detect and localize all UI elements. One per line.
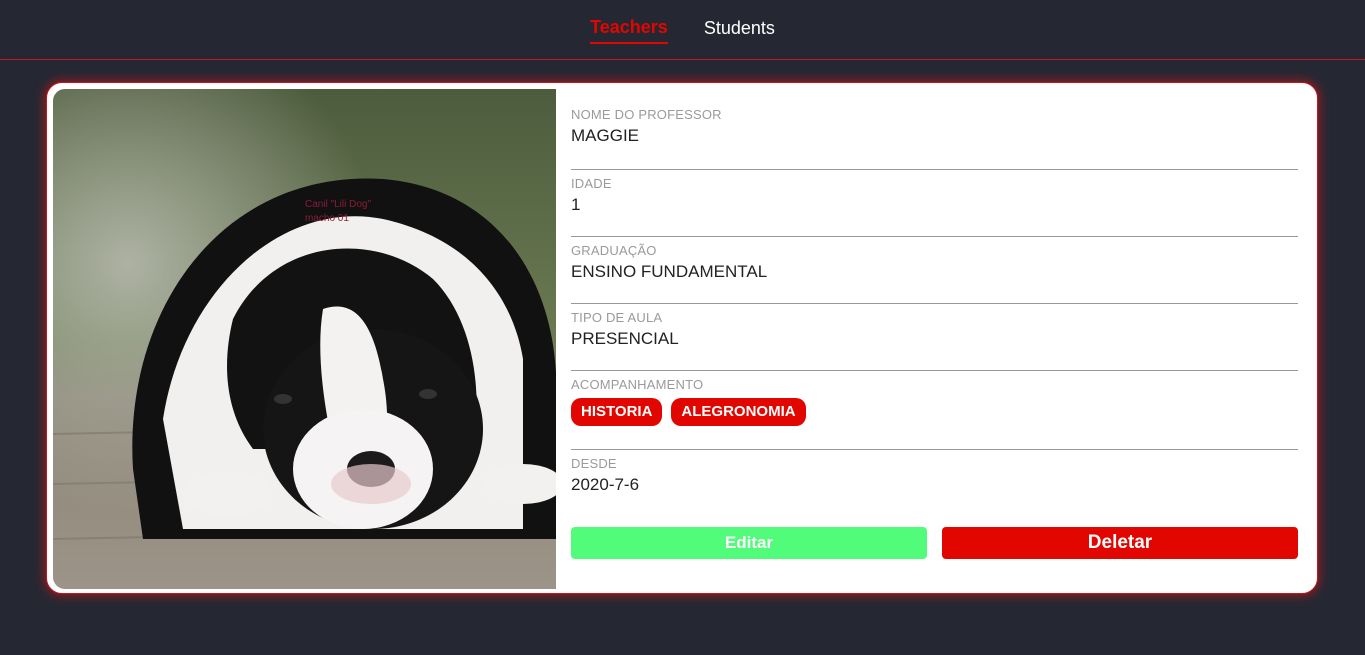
edit-button[interactable]: Editar: [571, 527, 927, 559]
teacher-photo: Canil "Lili Dog" macho 01: [53, 89, 556, 589]
field-since-label: DESDE: [571, 456, 617, 471]
field-age: IDADE 1: [571, 170, 1298, 237]
teacher-details: NOME DO PROFESSOR MAGGIE IDADE 1 GRADUAÇ…: [571, 107, 1298, 496]
photo-watermark-line1: Canil "Lili Dog": [305, 199, 371, 210]
field-name-label: NOME DO PROFESSOR: [571, 107, 722, 122]
field-name: NOME DO PROFESSOR MAGGIE: [571, 107, 1298, 170]
photo-watermark-line2: macho 01: [305, 213, 349, 224]
top-nav: Teachers Students: [0, 0, 1365, 60]
field-name-value: MAGGIE: [571, 126, 640, 145]
field-graduation: GRADUAÇÃO ENSINO FUNDAMENTAL: [571, 237, 1298, 304]
field-since-value: 2020-7-6: [571, 475, 640, 494]
subject-tag: HISTORIA: [571, 398, 663, 426]
field-since: DESDE 2020-7-6: [571, 450, 1298, 496]
field-subjects: ACOMPANHAMENTO HISTORIA ALEGRONOMIA: [571, 371, 1298, 450]
field-class-type-value: PRESENCIAL: [571, 329, 679, 348]
field-graduation-value: ENSINO FUNDAMENTAL: [571, 262, 768, 281]
card-actions: Editar Deletar: [571, 527, 1298, 559]
field-age-label: IDADE: [571, 176, 612, 191]
delete-button[interactable]: Deletar: [942, 527, 1298, 559]
field-subjects-label: ACOMPANHAMENTO: [571, 377, 704, 392]
nav-students-link[interactable]: Students: [704, 17, 775, 43]
subject-tag: ALEGRONOMIA: [671, 398, 806, 426]
field-class-type: TIPO DE AULA PRESENCIAL: [571, 304, 1298, 371]
field-graduation-label: GRADUAÇÃO: [571, 243, 657, 258]
teacher-card: Canil "Lili Dog" macho 01 NOME DO PROFES…: [46, 82, 1318, 594]
subject-tags: HISTORIA ALEGRONOMIA: [571, 398, 1298, 426]
nav-teachers-link[interactable]: Teachers: [590, 16, 668, 44]
field-age-value: 1: [571, 195, 581, 214]
field-class-type-label: TIPO DE AULA: [571, 310, 663, 325]
